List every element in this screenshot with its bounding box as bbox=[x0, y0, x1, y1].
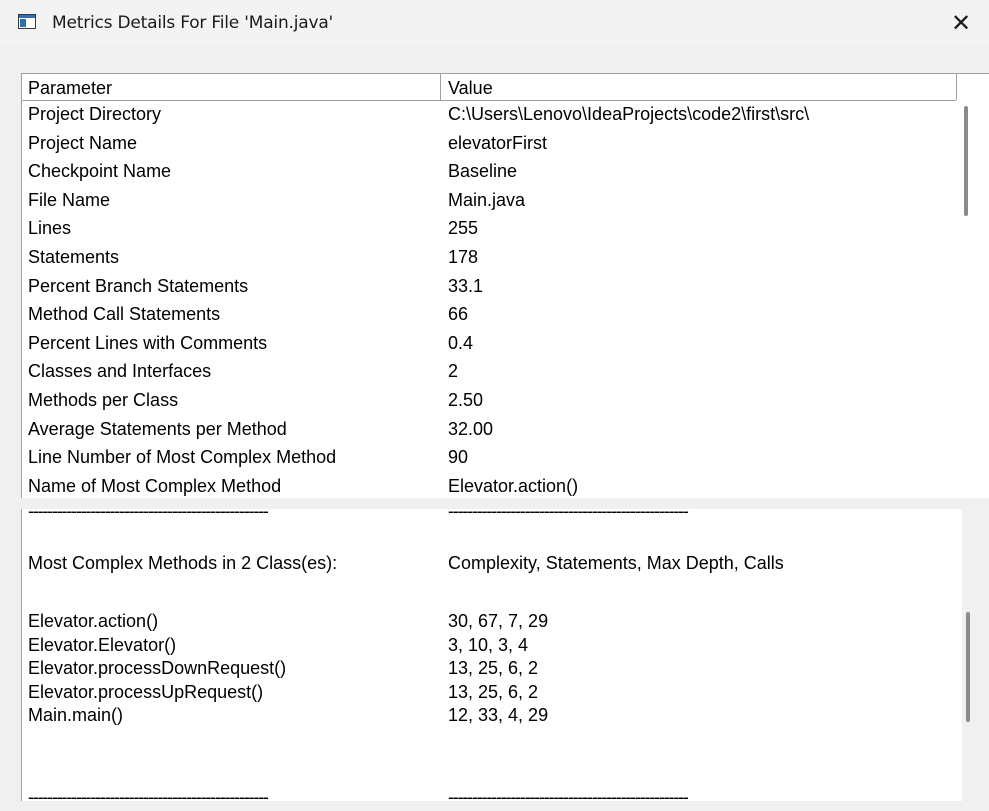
parameter-cell: Classes and Interfaces bbox=[28, 361, 212, 382]
value-cell: 0.4 bbox=[448, 332, 474, 353]
separator-right: ----------------------------------------… bbox=[448, 501, 689, 521]
value-cell: elevatorFirst bbox=[448, 132, 548, 153]
window-icon bbox=[18, 14, 36, 29]
parameter-cell: File Name bbox=[28, 189, 111, 210]
title-bar: Metrics Details For File 'Main.java' ✕ bbox=[0, 0, 989, 46]
parameter-cell: Statements bbox=[28, 247, 120, 267]
table-row[interactable]: Average Statements per Method 32.00 bbox=[22, 415, 956, 443]
table-row[interactable]: Name of Most Complex Method Elevator.acti… bbox=[22, 472, 956, 500]
table-row[interactable]: Percent Lines with Comments 0.4 bbox=[22, 329, 956, 357]
table-row[interactable]: Methods per Class 2.50 bbox=[22, 386, 956, 414]
window-title: Metrics Details For File 'Main.java' bbox=[52, 13, 334, 33]
scrollbar-thumb[interactable] bbox=[966, 612, 970, 722]
value-cell: 255 bbox=[448, 218, 479, 239]
value-cell: 2.50 bbox=[448, 390, 484, 410]
value-cell: Baseline bbox=[448, 161, 518, 182]
value-cell: 90 bbox=[448, 447, 469, 468]
table-row[interactable]: Project Name elevatorFirst bbox=[22, 129, 956, 157]
close-icon: ✕ bbox=[950, 9, 972, 37]
value-cell: Main.java bbox=[448, 189, 526, 210]
value-cell: 178 bbox=[448, 247, 479, 267]
parameter-cell: Percent Branch Statements bbox=[28, 275, 249, 296]
table-row[interactable]: Project Directory C:\Users\Lenovo\IdeaPro… bbox=[22, 100, 956, 128]
table-row[interactable]: Checkpoint Name Baseline bbox=[22, 157, 956, 185]
parameter-cell: Line Number of Most Complex Method bbox=[28, 447, 337, 468]
separator-right: ----------------------------------------… bbox=[448, 787, 689, 807]
parameter-cell: Average Statements per Method bbox=[28, 418, 287, 439]
parameter-cell: Methods per Class bbox=[28, 390, 179, 410]
column-header-value[interactable]: Value bbox=[442, 74, 956, 100]
header-spacer bbox=[956, 74, 989, 100]
value-cell: 66 bbox=[448, 304, 469, 325]
scrollbar-thumb[interactable] bbox=[964, 106, 968, 216]
column-header-parameter[interactable]: Parameter bbox=[22, 74, 441, 100]
value-cell: 32.00 bbox=[448, 418, 494, 439]
separator-left: ----------------------------------------… bbox=[28, 501, 269, 521]
method-name: Main.main() bbox=[28, 705, 124, 725]
table-row[interactable]: Line Number of Most Complex Method 90 bbox=[22, 443, 956, 471]
value-cell: 2 bbox=[448, 361, 459, 382]
table-row[interactable]: Method Call Statements 66 bbox=[22, 300, 956, 328]
metrics-table[interactable]: Parameter Value Project Directory C:\User… bbox=[21, 73, 989, 499]
value-cell: C:\Users\Lenovo\IdeaProjects\code2\first… bbox=[448, 104, 810, 124]
table-row[interactable]: Statements 178 bbox=[22, 243, 956, 271]
method-stats: 12, 33, 4, 29 bbox=[448, 705, 549, 725]
separator-left: ----------------------------------------… bbox=[28, 787, 269, 807]
table-row[interactable]: Percent Branch Statements 33.1 bbox=[22, 272, 956, 300]
methods-columns-heading: Complexity, Statements, Max Depth, Calls bbox=[448, 553, 784, 573]
value-cell: 33.1 bbox=[448, 275, 484, 296]
value-cell: Elevator.action() bbox=[448, 475, 579, 496]
parameter-cell: Method Call Statements bbox=[28, 304, 221, 325]
methods-heading: Most Complex Methods in 2 Class(es): bbox=[28, 553, 338, 573]
table-row[interactable]: Classes and Interfaces 2 bbox=[22, 357, 956, 385]
parameter-cell: Name of Most Complex Method bbox=[28, 475, 282, 496]
close-button[interactable]: ✕ bbox=[933, 0, 989, 46]
methods-report[interactable]: ----------------------------------------… bbox=[21, 501, 970, 807]
parameter-cell: Lines bbox=[28, 218, 72, 239]
parameter-cell: Percent Lines with Comments bbox=[28, 332, 268, 353]
table-row[interactable]: Lines 255 bbox=[22, 214, 956, 242]
parameter-cell: Project Name bbox=[28, 132, 138, 153]
parameter-cell: Checkpoint Name bbox=[28, 161, 172, 182]
parameter-cell: Project Directory bbox=[28, 104, 162, 124]
table-header: Parameter Value bbox=[22, 74, 956, 101]
table-row[interactable]: File Name Main.java bbox=[22, 186, 956, 214]
